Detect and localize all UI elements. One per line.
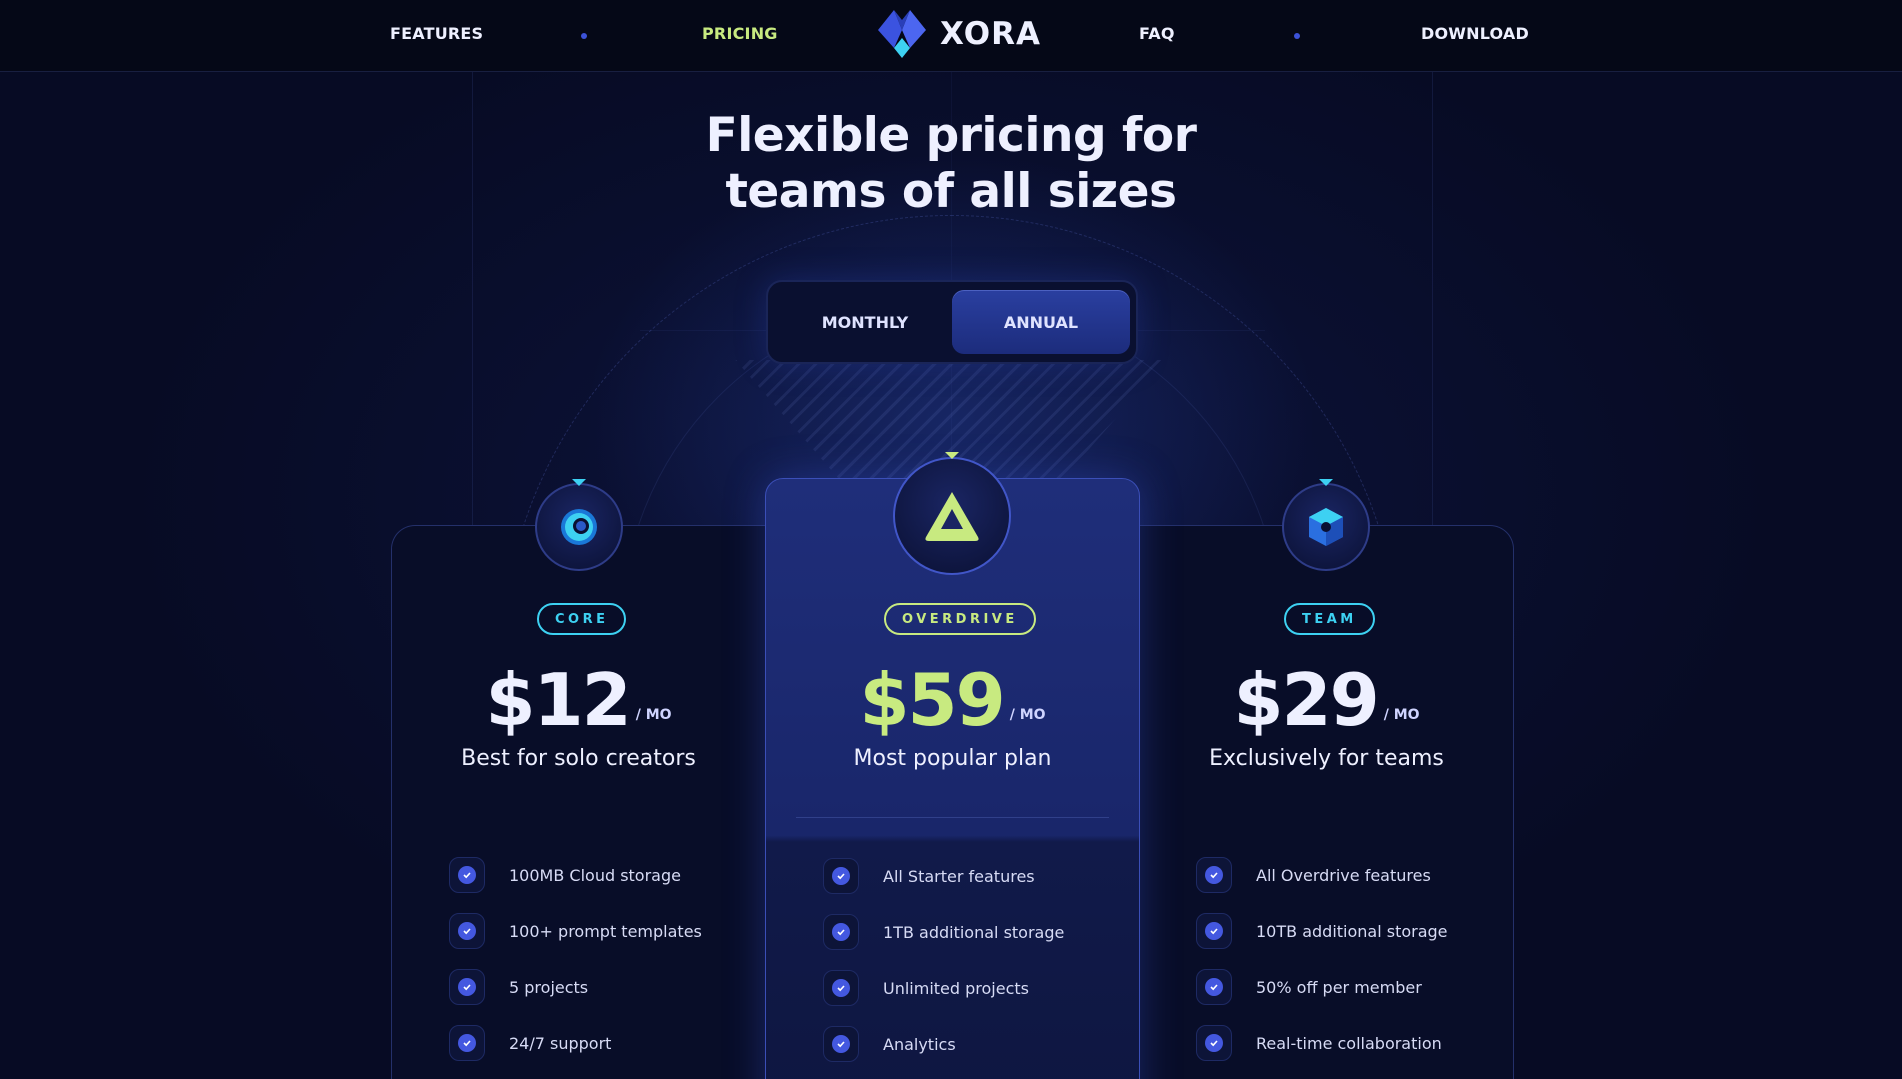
feature-label: 1TB additional storage [883, 922, 1065, 942]
nav-separator-dot [1294, 33, 1300, 39]
nav-link-download[interactable]: DOWNLOAD [1421, 24, 1529, 43]
monthly-toggle-button[interactable]: MONTHLY [776, 290, 954, 354]
price-row-overdrive: $59 / MO [765, 663, 1140, 737]
check-circle-icon [449, 913, 485, 949]
triangle-icon [893, 452, 1011, 575]
feature-list-overdrive: All Starter features 1TB additional stor… [823, 848, 1064, 1072]
price-period: / MO [635, 707, 672, 723]
feature-label: 5 projects [509, 977, 589, 997]
check-circle-icon [1196, 969, 1232, 1005]
feature-label: Unlimited projects [883, 978, 1029, 998]
feature-label: 100+ prompt templates [509, 921, 702, 941]
plan-subtitle: Most popular plan [853, 746, 1052, 771]
check-circle-icon [449, 857, 485, 893]
plan-badge-overdrive: OVERDRIVE [884, 603, 1036, 635]
check-circle-icon [823, 1026, 859, 1062]
check-circle-icon [823, 858, 859, 894]
feature-item: All Starter features [823, 848, 1064, 904]
feature-item: Real-time collaboration [1196, 1015, 1448, 1071]
plan-subtitle: Best for solo creators [461, 746, 696, 771]
price-period: / MO [1383, 707, 1420, 723]
feature-list-core: 100MB Cloud storage 100+ prompt template… [449, 847, 702, 1071]
feature-label: All Overdrive features [1256, 865, 1431, 885]
feature-label: 50% off per member [1256, 977, 1422, 997]
plan-price: $29 [1233, 658, 1379, 742]
check-circle-icon [449, 969, 485, 1005]
price-row-core: $12 / MO [391, 663, 766, 737]
check-circle-icon [823, 914, 859, 950]
check-circle-icon [1196, 1025, 1232, 1061]
page-title-line-2: teams of all sizes [725, 164, 1177, 219]
plan-badge-core: CORE [537, 603, 627, 635]
bg-grid-line [1432, 72, 1433, 532]
feature-label: 24/7 support [509, 1033, 612, 1053]
plan-price: $12 [485, 658, 631, 742]
feature-label: 100MB Cloud storage [509, 865, 681, 885]
nav-link-pricing[interactable]: PRICING [702, 24, 778, 43]
nav-link-features[interactable]: FEATURES [390, 24, 483, 43]
check-circle-icon [449, 1025, 485, 1061]
check-circle-icon [823, 970, 859, 1006]
notch-marker [572, 479, 586, 486]
logo-text[interactable]: XORA [940, 16, 1041, 52]
feature-label: Real-time collaboration [1256, 1033, 1442, 1053]
top-nav: FEATURES PRICING XORA FAQ DOWNLOAD [0, 0, 1902, 72]
feature-label: All Starter features [883, 866, 1035, 886]
bg-grid-line [472, 72, 473, 532]
feature-item: 1TB additional storage [823, 904, 1064, 960]
feature-item: Unlimited projects [823, 960, 1064, 1016]
xora-diamond-logo-icon[interactable] [872, 8, 932, 64]
page-title-line-1: Flexible pricing for [705, 108, 1197, 163]
feature-item: 10TB additional storage [1196, 903, 1448, 959]
plan-price: $59 [859, 658, 1005, 742]
nav-link-faq[interactable]: FAQ [1139, 24, 1175, 43]
notch-marker [945, 452, 959, 459]
feature-item: 100MB Cloud storage [449, 847, 702, 903]
feature-item: Analytics [823, 1016, 1064, 1072]
check-circle-icon [1196, 913, 1232, 949]
hexagon-cube-icon [1282, 479, 1370, 571]
nav-separator-dot [581, 33, 587, 39]
feature-label: Analytics [883, 1034, 956, 1054]
feature-list-team: All Overdrive features 10TB additional s… [1196, 847, 1448, 1071]
feature-label: 10TB additional storage [1256, 921, 1448, 941]
plan-badge-team: TEAM [1284, 603, 1375, 635]
page-title: Flexible pricing for teams of all sizes [651, 108, 1251, 220]
feature-item: 5 projects [449, 959, 702, 1015]
billing-toggle: MONTHLY ANNUAL [766, 280, 1138, 364]
divider [796, 817, 1109, 818]
notch-marker [1319, 479, 1333, 486]
feature-item: 50% off per member [1196, 959, 1448, 1015]
feature-item: 24/7 support [449, 1015, 702, 1071]
feature-item: All Overdrive features [1196, 847, 1448, 903]
ring-orb-icon [535, 479, 623, 571]
feature-item: 100+ prompt templates [449, 903, 702, 959]
check-circle-icon [1196, 857, 1232, 893]
price-period: / MO [1009, 707, 1046, 723]
price-row-team: $29 / MO [1139, 663, 1514, 737]
annual-toggle-button[interactable]: ANNUAL [952, 290, 1130, 354]
plan-subtitle: Exclusively for teams [1209, 746, 1444, 771]
